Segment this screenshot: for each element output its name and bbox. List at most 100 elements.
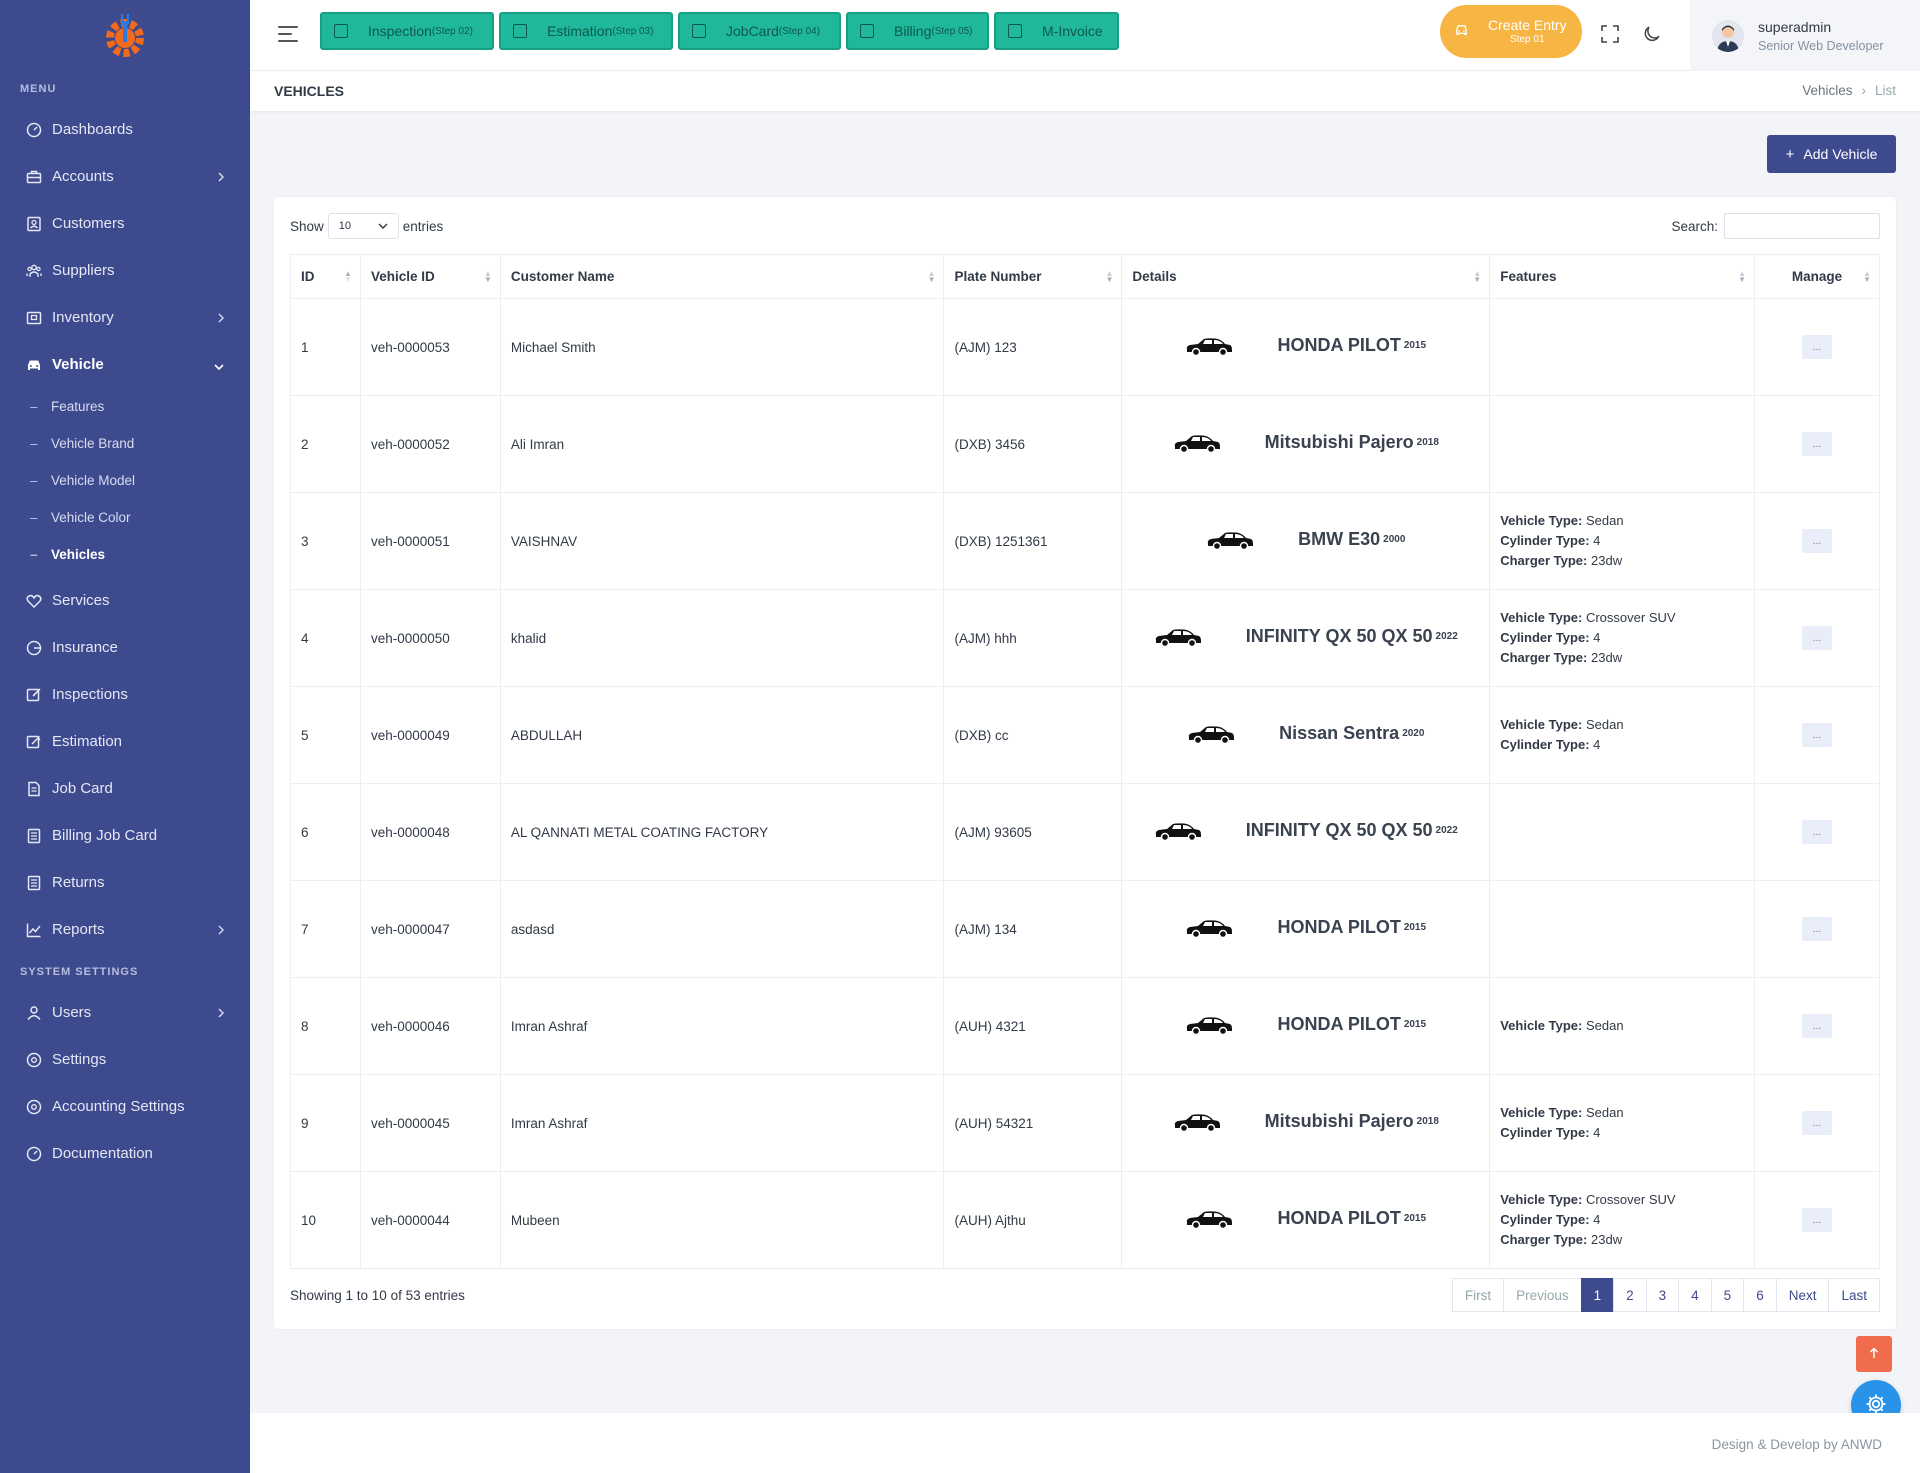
sidebar-item-vehicle[interactable]: Vehicle (0, 341, 250, 388)
step-button-billing[interactable]: Billing (Step 05) (846, 12, 989, 50)
column-header-id[interactable]: ID ▲ ▼ (290, 254, 361, 299)
page-4[interactable]: 4 (1678, 1278, 1712, 1312)
cell-manage: ... (1754, 977, 1880, 1075)
feature-key: Charger Type: (1500, 1232, 1588, 1247)
vehicle-name: HONDA PILOT (1277, 917, 1401, 938)
cell-customer-name: AL QANNATI METAL COATING FACTORY (499, 783, 945, 881)
cell-plate-number: (DXB) 1251361 (943, 492, 1123, 590)
sidebar-item-users[interactable]: Users (0, 989, 250, 1036)
manage-button[interactable]: ... (1802, 432, 1832, 456)
dark-mode-moon-icon[interactable] (1642, 24, 1662, 44)
pencil-box-icon (25, 733, 42, 750)
manage-button[interactable]: ... (1802, 1014, 1832, 1038)
column-header-details[interactable]: Details ▲ ▼ (1121, 254, 1491, 299)
sidebar-subitem-vehicle-brand[interactable]: – Vehicle Brand (0, 425, 250, 462)
page-3[interactable]: 3 (1645, 1278, 1680, 1312)
sidebar-item-returns[interactable]: Returns (0, 859, 250, 906)
step-number: (Step 03) (612, 25, 654, 37)
manage-button[interactable]: ... (1802, 529, 1832, 553)
sidebar-item-inspections[interactable]: Inspections (0, 671, 250, 718)
sidebar-item-reports[interactable]: Reports (0, 906, 250, 953)
vehicles-table: ID ▲ ▼ Vehicle ID ▲ ▼ Customer Name ▲ ▼ Plate Num… (290, 254, 1880, 1269)
manage-button[interactable]: ... (1802, 335, 1832, 359)
sort-icon: ▲ ▼ (1473, 269, 1482, 284)
column-header-customer-name[interactable]: Customer Name ▲ ▼ (499, 254, 945, 299)
scroll-to-top-button[interactable] (1856, 1336, 1892, 1372)
manage-button[interactable]: ... (1802, 820, 1832, 844)
cell-details: HONDA PILOT 2015 (1121, 1171, 1491, 1269)
feature-line: Charger Type: 23dw (1500, 551, 1744, 571)
step-label: JobCard (726, 23, 779, 39)
page-next[interactable]: Next (1775, 1278, 1830, 1312)
search-input[interactable] (1724, 213, 1880, 239)
table-row: 6 veh-0000048 AL QANNATI METAL COATING FAC… (290, 783, 1880, 881)
column-header-vehicle-id[interactable]: Vehicle ID ▲ ▼ (359, 254, 501, 299)
list-icon (25, 827, 42, 844)
group-icon (25, 262, 42, 279)
page-first[interactable]: First (1451, 1278, 1505, 1312)
logo[interactable] (0, 0, 250, 72)
cell-features: Vehicle Type: Crossover SUV Cylinder Type… (1489, 1171, 1755, 1269)
manage-button[interactable]: ... (1802, 917, 1832, 941)
sidebar-item-accounts[interactable]: Accounts (0, 153, 250, 200)
sidebar-item-customers[interactable]: Customers (0, 200, 250, 247)
system-settings-section-title: SYSTEM SETTINGS (20, 966, 139, 978)
car-icon (1155, 823, 1201, 841)
vehicle-submenu: – Features – Vehicle Brand – Vehicle Model – Ve… (0, 388, 250, 577)
feature-key: Vehicle Type: (1500, 610, 1583, 625)
page-size-select[interactable]: 10 (327, 213, 399, 239)
page-5[interactable]: 5 (1710, 1278, 1745, 1312)
column-header-plate-number[interactable]: Plate Number ▲ ▼ (943, 254, 1123, 299)
sidebar-item-insurance[interactable]: Insurance (0, 624, 250, 671)
cell-vehicle-id: veh-0000045 (359, 1074, 501, 1172)
page-2[interactable]: 2 (1613, 1278, 1647, 1312)
step-button-estimation[interactable]: Estimation (Step 03) (499, 12, 673, 50)
cell-details: HONDA PILOT 2015 (1121, 880, 1491, 978)
page-last[interactable]: Last (1828, 1278, 1880, 1312)
cell-customer-name: Imran Ashraf (499, 977, 945, 1075)
step-button-jobcard[interactable]: JobCard (Step 04) (678, 12, 841, 50)
page-1[interactable]: 1 (1580, 1278, 1615, 1312)
sidebar-item-suppliers[interactable]: Suppliers (0, 247, 250, 294)
sort-icon: ▲ ▼ (483, 269, 492, 284)
column-header-manage[interactable]: Manage ▲ ▼ (1754, 254, 1880, 299)
sidebar-item-inventory[interactable]: Inventory (0, 294, 250, 341)
sidebar-item-accounting-settings[interactable]: Accounting Settings (0, 1083, 250, 1130)
add-vehicle-button[interactable]: + Add Vehicle (1767, 135, 1896, 173)
sidebar-subitem-vehicle-model[interactable]: – Vehicle Model (0, 462, 250, 499)
page-6[interactable]: 6 (1743, 1278, 1777, 1312)
manage-button[interactable]: ... (1802, 626, 1832, 650)
feature-line: Cylinder Type: 4 (1500, 531, 1744, 551)
menu-section-title: MENU (20, 83, 57, 95)
sidebar-item-services[interactable]: Services (0, 577, 250, 624)
user-profile[interactable]: superadmin Senior Web Developer (1690, 0, 1920, 71)
cell-features (1489, 298, 1755, 396)
feature-line: Vehicle Type: Sedan (1500, 715, 1744, 735)
sidebar-item-settings[interactable]: Settings (0, 1036, 250, 1083)
table-header-row: ID ▲ ▼ Vehicle ID ▲ ▼ Customer Name ▲ ▼ Plate Num… (290, 254, 1880, 299)
column-header-features[interactable]: Features ▲ ▼ (1489, 254, 1755, 299)
menu-toggle-icon[interactable] (278, 26, 298, 42)
manage-button[interactable]: ... (1802, 723, 1832, 747)
create-entry-step: Step 01 (1510, 33, 1545, 45)
sidebar-subitem-vehicle-color[interactable]: – Vehicle Color (0, 499, 250, 536)
step-button-inspection[interactable]: Inspection (Step 02) (320, 12, 494, 50)
sidebar-item-label: Dashboards (52, 121, 133, 138)
create-entry-button[interactable]: Create Entry Step 01 (1440, 5, 1582, 58)
cell-details: BMW E30 2000 (1121, 492, 1491, 590)
fullscreen-icon[interactable] (1600, 24, 1620, 44)
sidebar-item-documentation[interactable]: Documentation (0, 1130, 250, 1177)
cell-customer-name: khalid (499, 589, 945, 687)
feature-line: Vehicle Type: Sedan (1500, 1016, 1744, 1036)
page-previous[interactable]: Previous (1503, 1278, 1582, 1312)
step-button-m-invoice[interactable]: M-Invoice (994, 12, 1119, 50)
sidebar-subitem-features[interactable]: – Features (0, 388, 250, 425)
sidebar-item-estimation[interactable]: Estimation (0, 718, 250, 765)
breadcrumb-vehicles[interactable]: Vehicles (1802, 83, 1852, 98)
sidebar-subitem-vehicles[interactable]: – Vehicles (0, 536, 250, 573)
sidebar-item-billing-job-card[interactable]: Billing Job Card (0, 812, 250, 859)
manage-button[interactable]: ... (1802, 1208, 1832, 1232)
sidebar-item-dashboards[interactable]: Dashboards (0, 106, 250, 153)
manage-button[interactable]: ... (1802, 1111, 1832, 1135)
sidebar-item-job-card[interactable]: Job Card (0, 765, 250, 812)
